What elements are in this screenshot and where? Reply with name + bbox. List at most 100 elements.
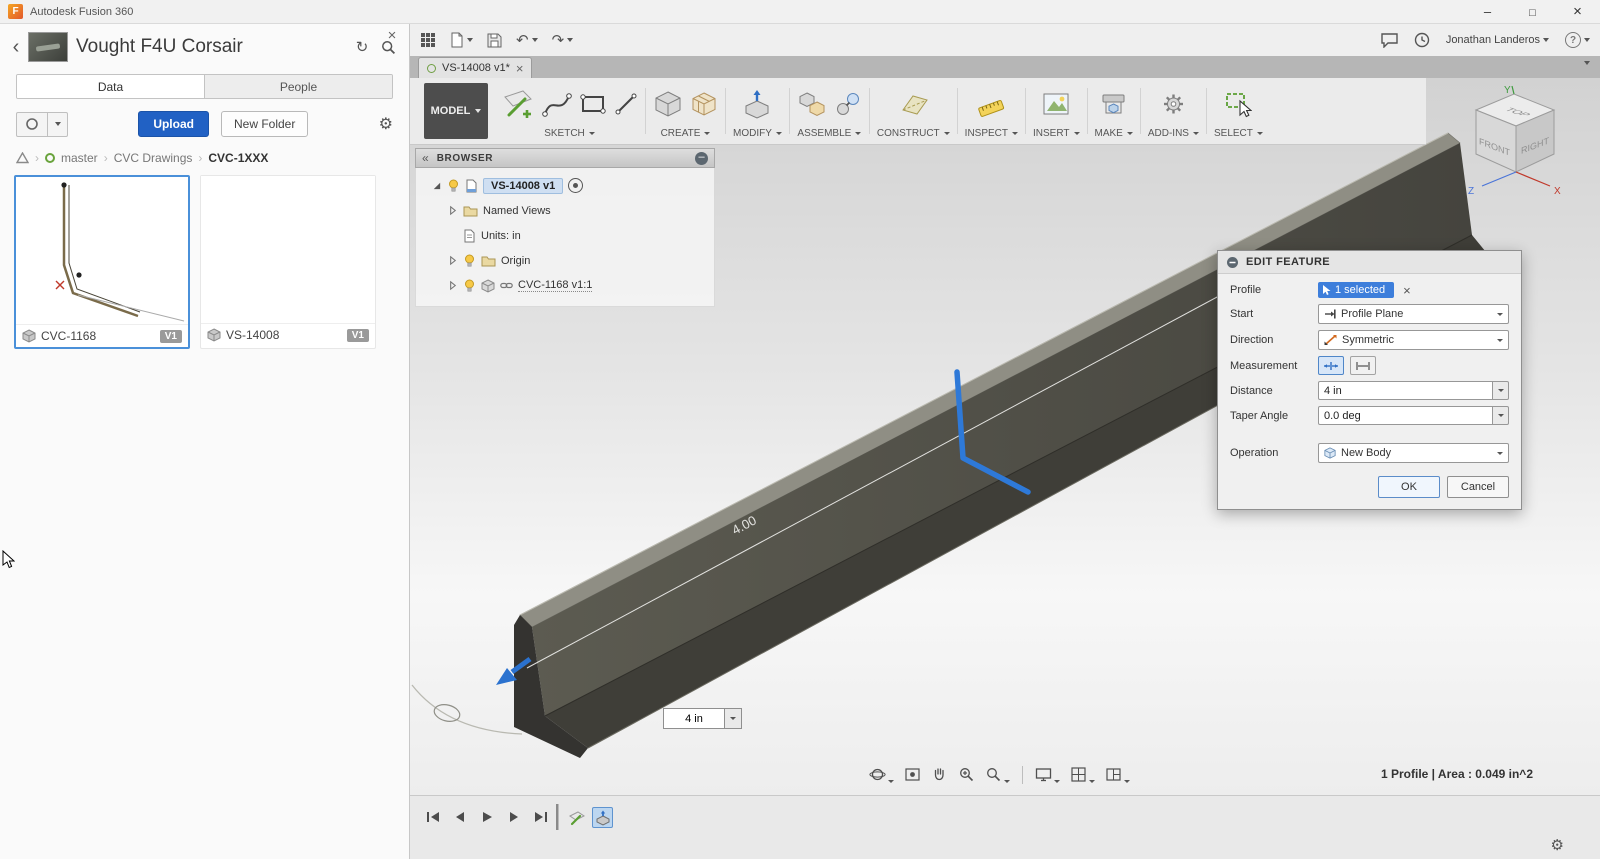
comments-icon[interactable] [1381, 32, 1398, 48]
tab-overflow-chevron-icon[interactable] [1584, 61, 1590, 65]
group-label-addins[interactable]: ADD-INS [1148, 126, 1199, 142]
filter-button[interactable] [16, 111, 48, 137]
app-grid-button[interactable] [420, 32, 436, 48]
distance-input-dropdown[interactable] [725, 708, 742, 729]
zoom-button[interactable] [954, 763, 979, 786]
select-tool-icon[interactable] [1224, 91, 1253, 118]
save-button[interactable] [487, 33, 502, 48]
pan-button[interactable] [927, 763, 952, 786]
collapsed-arrow-icon[interactable] [447, 280, 458, 291]
measure-icon[interactable] [976, 90, 1006, 118]
distance-field-dropdown[interactable] [1493, 381, 1509, 400]
group-label-modify[interactable]: MODIFY [733, 126, 782, 142]
viewport[interactable]: 4.00 BROWSER VS-14008 v1 [410, 78, 1600, 795]
viewports-button[interactable] [1101, 763, 1134, 786]
measurement-half-toggle[interactable] [1318, 356, 1344, 375]
expanded-arrow-icon[interactable] [431, 180, 442, 191]
close-window-button[interactable] [1555, 0, 1600, 23]
hide-panel-icon[interactable] [695, 151, 708, 165]
collapsed-arrow-icon[interactable] [447, 255, 458, 266]
collapsed-arrow-icon[interactable] [447, 205, 458, 216]
browser-item-label[interactable]: Units: in [481, 230, 521, 242]
grid-snap-button[interactable] [1066, 763, 1099, 786]
file-card-cvc-1168[interactable]: CVC-1168 V1 [14, 175, 190, 349]
timeline-go-to-start-button[interactable] [422, 806, 444, 828]
distance-input[interactable] [663, 708, 725, 729]
taper-angle-field[interactable] [1318, 406, 1493, 425]
browser-row-root[interactable]: VS-14008 v1 [420, 173, 714, 198]
browser-header[interactable]: BROWSER [415, 148, 715, 168]
file-menu-button[interactable] [450, 32, 473, 48]
timeline-sketch-feature[interactable] [566, 807, 587, 828]
group-label-create[interactable]: CREATE [661, 126, 711, 142]
3d-print-icon[interactable] [1100, 91, 1127, 117]
construction-plane-icon[interactable] [897, 90, 929, 118]
maximize-button[interactable] [1510, 0, 1555, 23]
clear-selection-button[interactable] [1403, 283, 1411, 298]
breadcrumb-cvc-drawings[interactable]: CVC Drawings [114, 151, 193, 165]
spline-tool-icon[interactable] [542, 89, 572, 119]
line-tool-icon[interactable] [614, 92, 638, 116]
direction-dropdown[interactable]: Symmetric [1318, 330, 1509, 350]
refresh-button[interactable] [349, 34, 375, 60]
filter-dropdown-button[interactable] [48, 111, 68, 137]
measurement-whole-toggle[interactable] [1350, 356, 1376, 375]
visibility-eye-icon[interactable] [568, 178, 584, 193]
workspace-switcher[interactable]: MODEL [424, 83, 488, 139]
timeline-go-to-end-button[interactable] [530, 806, 552, 828]
file-thumbnail[interactable] [16, 177, 188, 325]
timeline-settings-gear-icon[interactable] [1551, 836, 1564, 854]
browser-item-label[interactable]: Named Views [483, 205, 551, 217]
dialog-collapse-icon[interactable] [1226, 256, 1239, 269]
browser-row-named-views[interactable]: Named Views [420, 198, 714, 223]
version-badge[interactable]: V1 [346, 328, 369, 342]
group-label-assemble[interactable]: ASSEMBLE [797, 126, 862, 142]
sketch-arc[interactable] [411, 684, 523, 735]
insert-image-icon[interactable] [1042, 91, 1070, 117]
create-sketch-icon[interactable] [501, 87, 535, 121]
dialog-titlebar[interactable]: EDIT FEATURE [1218, 251, 1521, 274]
group-label-construct[interactable]: CONSTRUCT [877, 126, 950, 142]
timeline-position-marker[interactable] [556, 804, 559, 830]
create-form-icon[interactable] [690, 90, 718, 118]
collapse-panel-icon[interactable] [422, 151, 429, 165]
file-thumbnail[interactable] [201, 176, 375, 324]
operation-dropdown[interactable]: New Body [1318, 443, 1509, 463]
viewcube[interactable]: TOP FRONT RIGHT Z X Y [1448, 84, 1576, 202]
lightbulb-icon[interactable] [463, 254, 476, 268]
orbit-button[interactable] [865, 763, 898, 786]
browser-row-origin[interactable]: Origin [420, 248, 714, 273]
cancel-button[interactable]: Cancel [1447, 476, 1509, 498]
joint-icon[interactable] [834, 90, 862, 118]
add-ins-icon[interactable] [1160, 91, 1187, 117]
panel-settings-gear-icon[interactable] [379, 114, 393, 134]
browser-item-label[interactable]: Origin [501, 255, 530, 267]
new-folder-button[interactable]: New Folder [220, 111, 309, 137]
taper-field-dropdown[interactable] [1493, 406, 1509, 425]
ok-button[interactable]: OK [1378, 476, 1440, 498]
tab-data[interactable]: Data [17, 75, 205, 98]
back-button[interactable] [6, 33, 26, 61]
rectangle-tool-icon[interactable] [579, 90, 607, 118]
job-status-clock-icon[interactable] [1414, 32, 1430, 48]
new-component-icon[interactable] [797, 89, 827, 119]
group-label-insert[interactable]: INSERT [1033, 126, 1080, 142]
redo-button[interactable]: ↷ [552, 31, 574, 49]
close-panel-button[interactable] [383, 26, 401, 44]
distance-field[interactable] [1318, 381, 1493, 400]
fit-button[interactable] [981, 763, 1014, 786]
timeline-play-button[interactable] [476, 806, 498, 828]
group-label-inspect[interactable]: INSPECT [965, 126, 1019, 142]
display-settings-button[interactable] [1031, 763, 1064, 786]
version-badge[interactable]: V1 [159, 329, 182, 343]
profile-selected-button[interactable]: 1 selected [1318, 282, 1395, 298]
press-pull-icon[interactable] [742, 89, 772, 119]
group-label-make[interactable]: MAKE [1095, 126, 1133, 142]
look-at-button[interactable] [900, 763, 925, 786]
browser-row-linked-component[interactable]: CVC-1168 v1:1 [420, 273, 714, 298]
browser-row-units[interactable]: Units: in [420, 223, 714, 248]
group-label-sketch[interactable]: SKETCH [544, 126, 595, 142]
start-dropdown[interactable]: Profile Plane [1318, 304, 1509, 324]
timeline-step-forward-button[interactable] [503, 806, 525, 828]
user-account-button[interactable]: Jonathan Landeros [1446, 34, 1549, 46]
